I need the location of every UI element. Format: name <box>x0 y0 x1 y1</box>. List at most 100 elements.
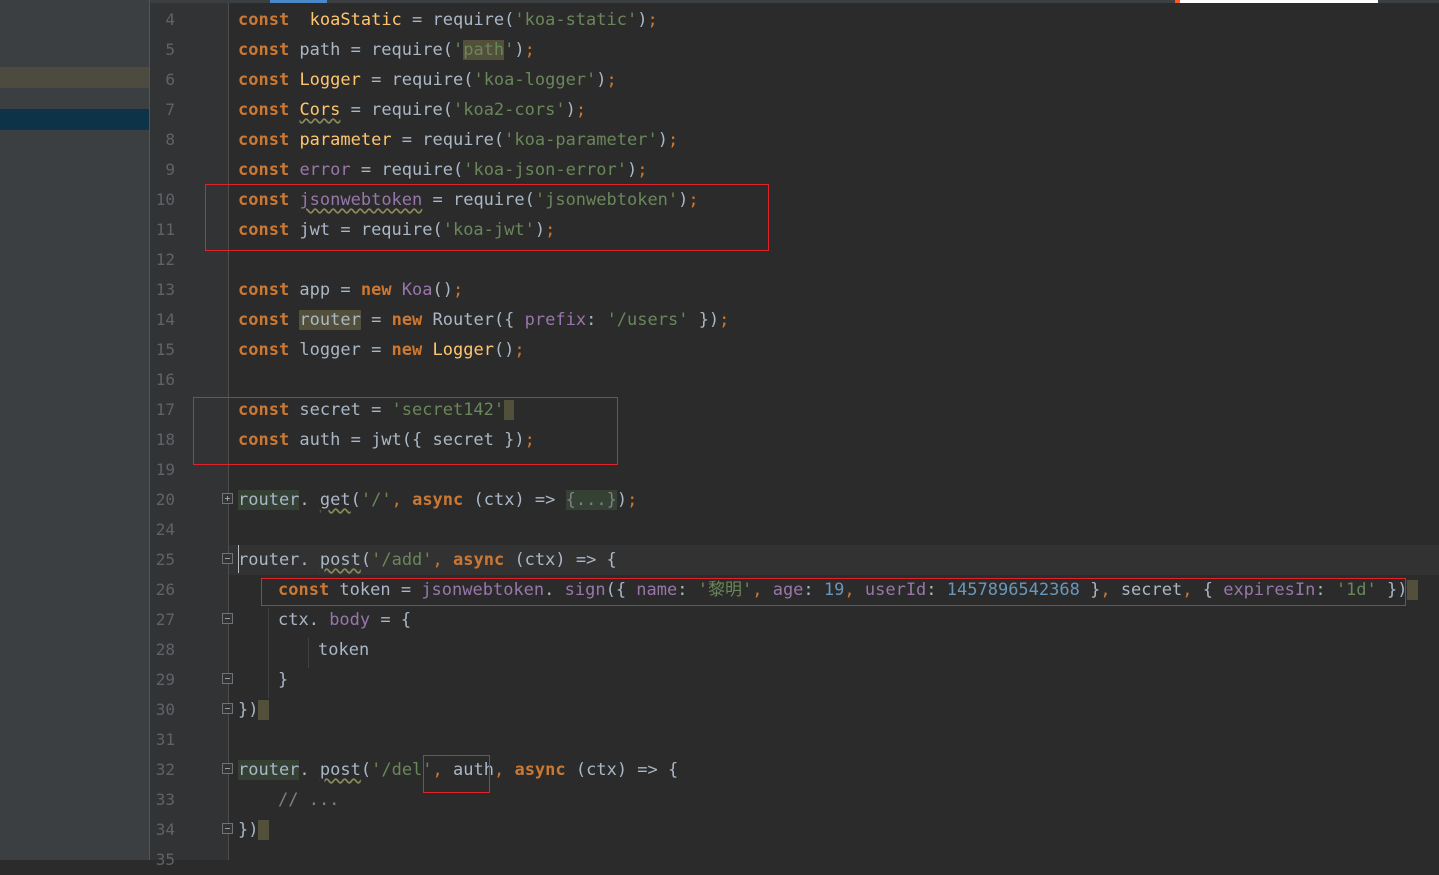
code-line[interactable]: 9 const error = require('koa-json-error')… <box>0 155 1439 185</box>
fold-collapse-icon[interactable] <box>222 613 233 624</box>
line-number: 11 <box>155 220 175 239</box>
line-number: 28 <box>155 640 175 659</box>
code-line[interactable]: 6 const Logger = require('koa-logger'); <box>0 65 1439 95</box>
line-number: 17 <box>155 400 175 419</box>
code-token: . <box>299 760 320 780</box>
code-line[interactable]: 14 const router = new Router({ prefix: '/… <box>0 305 1439 335</box>
code-token <box>1407 580 1418 600</box>
code-token: = require( <box>401 10 515 30</box>
editor-tab-bar[interactable] <box>150 0 1439 3</box>
code-token: . <box>299 490 320 510</box>
code-token: logger = <box>289 340 392 360</box>
line-number: 31 <box>155 730 175 749</box>
code-text: router. get('/', async (ctx) => {...}); <box>238 485 637 515</box>
code-line[interactable]: 7 const Cors = require('koa2-cors'); <box>0 95 1439 125</box>
code-token: const <box>238 100 290 120</box>
code-token: prefix <box>524 310 587 330</box>
code-line[interactable]: 5 const path = require('path'); <box>0 35 1439 65</box>
code-line[interactable]: 25 router. post('/add', async (ctx) => { <box>0 545 1439 575</box>
code-token: router <box>238 760 300 780</box>
code-token: ' <box>452 40 464 60</box>
code-line[interactable]: 34}) <box>0 815 1439 845</box>
code-token: = require( <box>340 100 453 120</box>
code-token: const <box>238 70 290 90</box>
code-token: body <box>329 610 371 630</box>
fold-expand-icon[interactable] <box>222 493 233 504</box>
code-line[interactable]: 31 <box>0 725 1439 755</box>
code-token: const <box>238 280 290 300</box>
code-token: get <box>319 490 351 510</box>
code-token: , <box>391 490 413 510</box>
code-token: }) <box>688 310 720 330</box>
line-number: 14 <box>155 310 175 329</box>
code-token: 'koa-json-error' <box>463 160 627 180</box>
line-number: 8 <box>165 130 175 149</box>
code-token: new <box>391 340 423 360</box>
code-token: = require( <box>350 160 464 180</box>
code-token <box>258 700 269 720</box>
code-text: const Logger = require('koa-logger'); <box>238 65 617 95</box>
fold-collapse-icon[interactable] <box>222 823 233 834</box>
line-number: 33 <box>155 790 175 809</box>
code-line[interactable]: 27 ctx. body = { <box>0 605 1439 635</box>
code-token: Koa <box>401 280 433 300</box>
active-tab-indicator[interactable] <box>270 0 327 3</box>
code-line[interactable]: 32 router. post('/del', auth, async (ctx)… <box>0 755 1439 785</box>
tab-strip[interactable] <box>1180 0 1378 3</box>
code-token: ; <box>627 490 638 510</box>
code-text: // ... <box>278 785 339 815</box>
fold-collapse-icon[interactable] <box>222 673 233 684</box>
fold-collapse-icon[interactable] <box>222 553 233 564</box>
code-text: }) <box>238 815 269 845</box>
code-token: async <box>453 550 505 570</box>
line-number: 18 <box>155 430 175 449</box>
code-token: ( <box>350 490 361 510</box>
code-token: ; <box>667 130 679 150</box>
code-line[interactable]: 20 router. get('/', async (ctx) => {...})… <box>0 485 1439 515</box>
code-line[interactable]: 29} <box>0 665 1439 695</box>
fold-collapse-icon[interactable] <box>222 763 233 774</box>
code-token: ; <box>514 340 525 360</box>
code-line[interactable]: 30}) <box>0 695 1439 725</box>
code-token: ; <box>637 160 648 180</box>
code-token: parameter <box>299 130 392 150</box>
code-text: const router = new Router({ prefix: '/us… <box>238 305 729 335</box>
code-line[interactable]: 35 <box>0 845 1439 875</box>
code-token <box>258 820 269 840</box>
code-line[interactable]: 15 const logger = new Logger(); <box>0 335 1439 365</box>
code-line[interactable]: 33 // ... <box>0 785 1439 815</box>
code-line[interactable]: 16 <box>0 365 1439 395</box>
code-text: const koaStatic = require('koa-static'); <box>238 5 658 35</box>
line-number: 12 <box>155 250 175 269</box>
code-text: const app = new Koa(); <box>238 275 463 305</box>
code-line[interactable]: 24 <box>0 515 1439 545</box>
line-number: 20 <box>155 490 175 509</box>
annotation-box-imports <box>205 184 769 251</box>
code-token: path = require( <box>289 40 453 60</box>
code-token: ctx. <box>278 610 330 630</box>
code-token: post <box>319 550 361 570</box>
fold-collapse-icon[interactable] <box>222 703 233 714</box>
code-token: app = <box>289 280 361 300</box>
code-token: 'koa-logger' <box>473 70 597 90</box>
line-number: 16 <box>155 370 175 389</box>
code-token: {...} <box>565 490 617 510</box>
annotation-box-auth <box>423 755 490 793</box>
code-line[interactable]: 8 const parameter = require('koa-paramete… <box>0 125 1439 155</box>
code-token: () <box>493 340 515 360</box>
code-token: '/add' <box>371 550 433 570</box>
line-number: 13 <box>155 280 175 299</box>
code-line[interactable]: 13 const app = new Koa(); <box>0 275 1439 305</box>
code-line[interactable]: 28 token <box>0 635 1439 665</box>
code-token: ; <box>453 280 464 300</box>
code-token: ; <box>647 10 658 30</box>
code-token: '/users' <box>606 310 689 330</box>
code-token: ) <box>637 10 648 30</box>
code-line[interactable]: 4 const koaStatic = require('koa-static')… <box>0 5 1439 35</box>
code-token: = require( <box>360 70 474 90</box>
line-number: 30 <box>155 700 175 719</box>
code-token: = <box>360 310 392 330</box>
